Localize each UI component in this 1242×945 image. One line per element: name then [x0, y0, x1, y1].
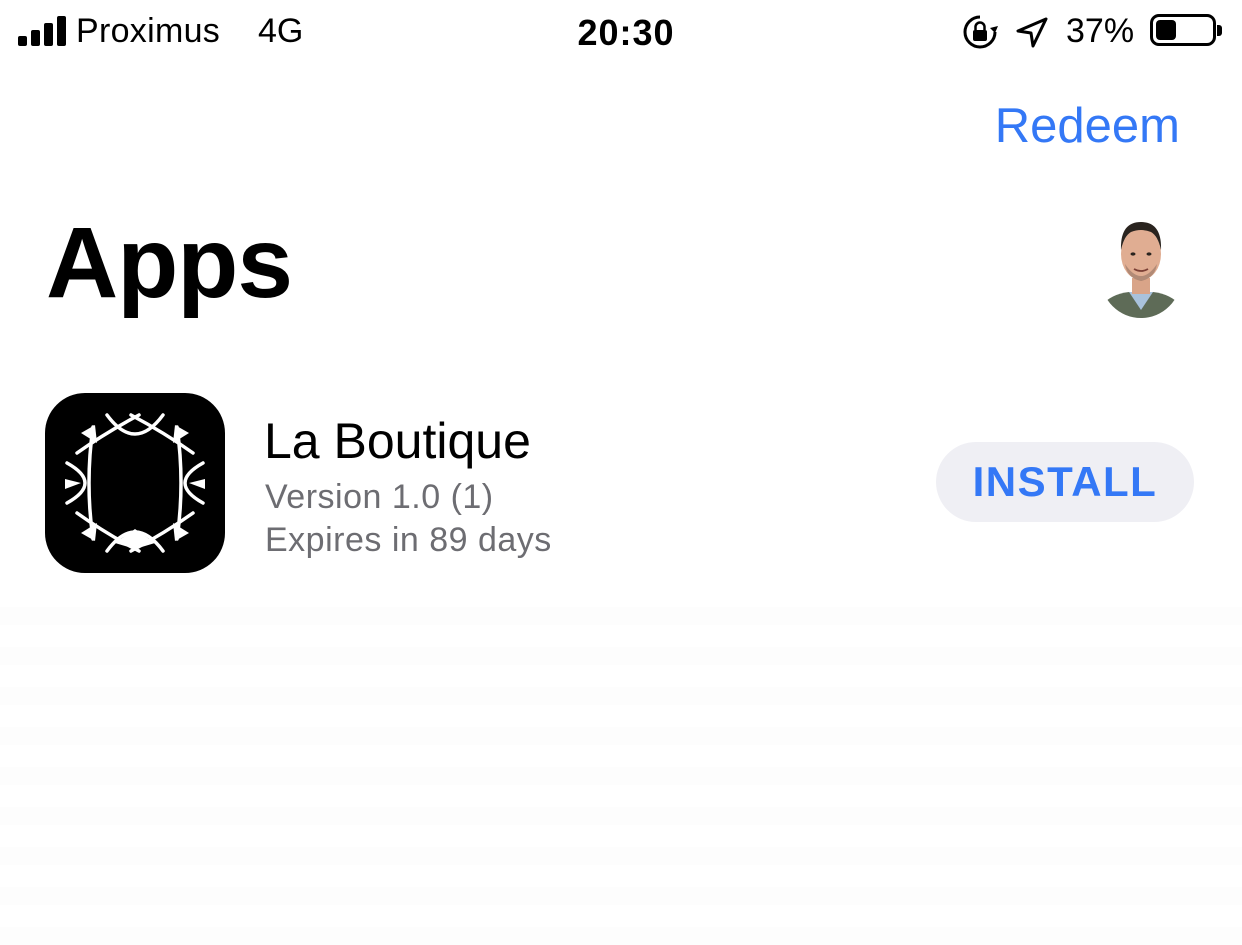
- page-title: Apps: [46, 207, 293, 319]
- redeem-button[interactable]: Redeem: [995, 98, 1180, 154]
- la-boutique-app-icon: [45, 393, 225, 573]
- app-expiry: Expires in 89 days: [265, 521, 552, 559]
- orientation-lock-icon: [963, 15, 998, 49]
- battery-icon: [1150, 14, 1222, 46]
- location-arrow-icon: [1016, 17, 1048, 48]
- status-time: 20:30: [577, 12, 675, 53]
- app-list-item: La Boutique Version 1.0 (1) Expires in 8…: [0, 390, 1242, 580]
- app-name: La Boutique: [264, 413, 531, 469]
- background-texture: [0, 600, 1242, 945]
- battery-percent: 37%: [1066, 12, 1135, 50]
- app-version: Version 1.0 (1): [265, 478, 494, 516]
- account-avatar[interactable]: [1101, 214, 1181, 318]
- install-button[interactable]: INSTALL: [936, 442, 1194, 522]
- status-bar: Proximus 4G 20:30 37%: [0, 0, 1242, 64]
